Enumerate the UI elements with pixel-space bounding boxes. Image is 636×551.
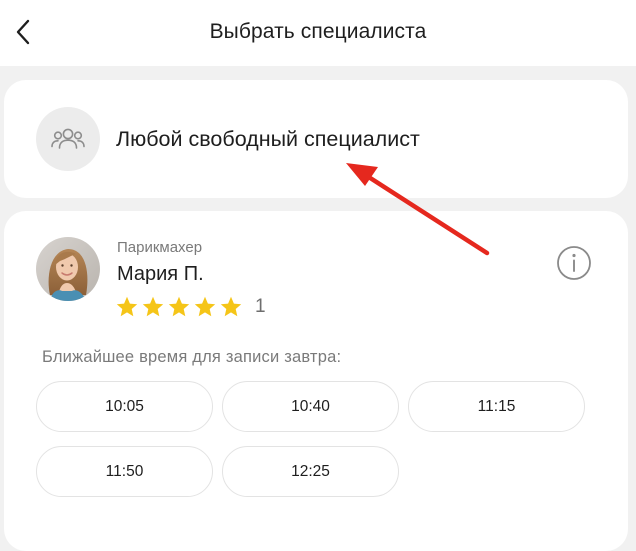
nearest-time-label: Ближайшее время для записи завтра: <box>42 348 342 366</box>
time-slot[interactable]: 10:05 <box>36 381 213 432</box>
star-icon <box>142 296 164 317</box>
header: Выбрать специалиста <box>0 0 636 66</box>
time-slot[interactable]: 11:15 <box>408 381 585 432</box>
any-specialist-card[interactable]: Любой свободный специалист <box>4 80 628 198</box>
specialist-role: Парикмахер <box>117 239 203 256</box>
time-slot[interactable]: 10:40 <box>222 381 399 432</box>
any-specialist-label: Любой свободный специалист <box>116 127 420 151</box>
any-specialist-avatar <box>36 107 100 171</box>
rating-count: 1 <box>255 296 266 317</box>
info-icon <box>557 246 591 280</box>
rating: 1 <box>115 295 266 319</box>
page-title: Выбрать специалиста <box>209 20 427 43</box>
star-icon <box>194 296 216 317</box>
time-slot[interactable]: 12:25 <box>222 446 399 497</box>
group-icon <box>51 128 85 149</box>
time-slot[interactable]: 11:50 <box>36 446 213 497</box>
info-button[interactable] <box>556 245 592 281</box>
star-icon <box>168 296 190 317</box>
specialist-name: Мария П. <box>117 263 204 285</box>
specialist-card[interactable]: Парикмахер Мария П. 1 Ближайшее время дл… <box>4 211 628 551</box>
star-icon <box>220 296 242 317</box>
specialist-avatar <box>36 237 100 301</box>
star-icon <box>116 296 138 317</box>
